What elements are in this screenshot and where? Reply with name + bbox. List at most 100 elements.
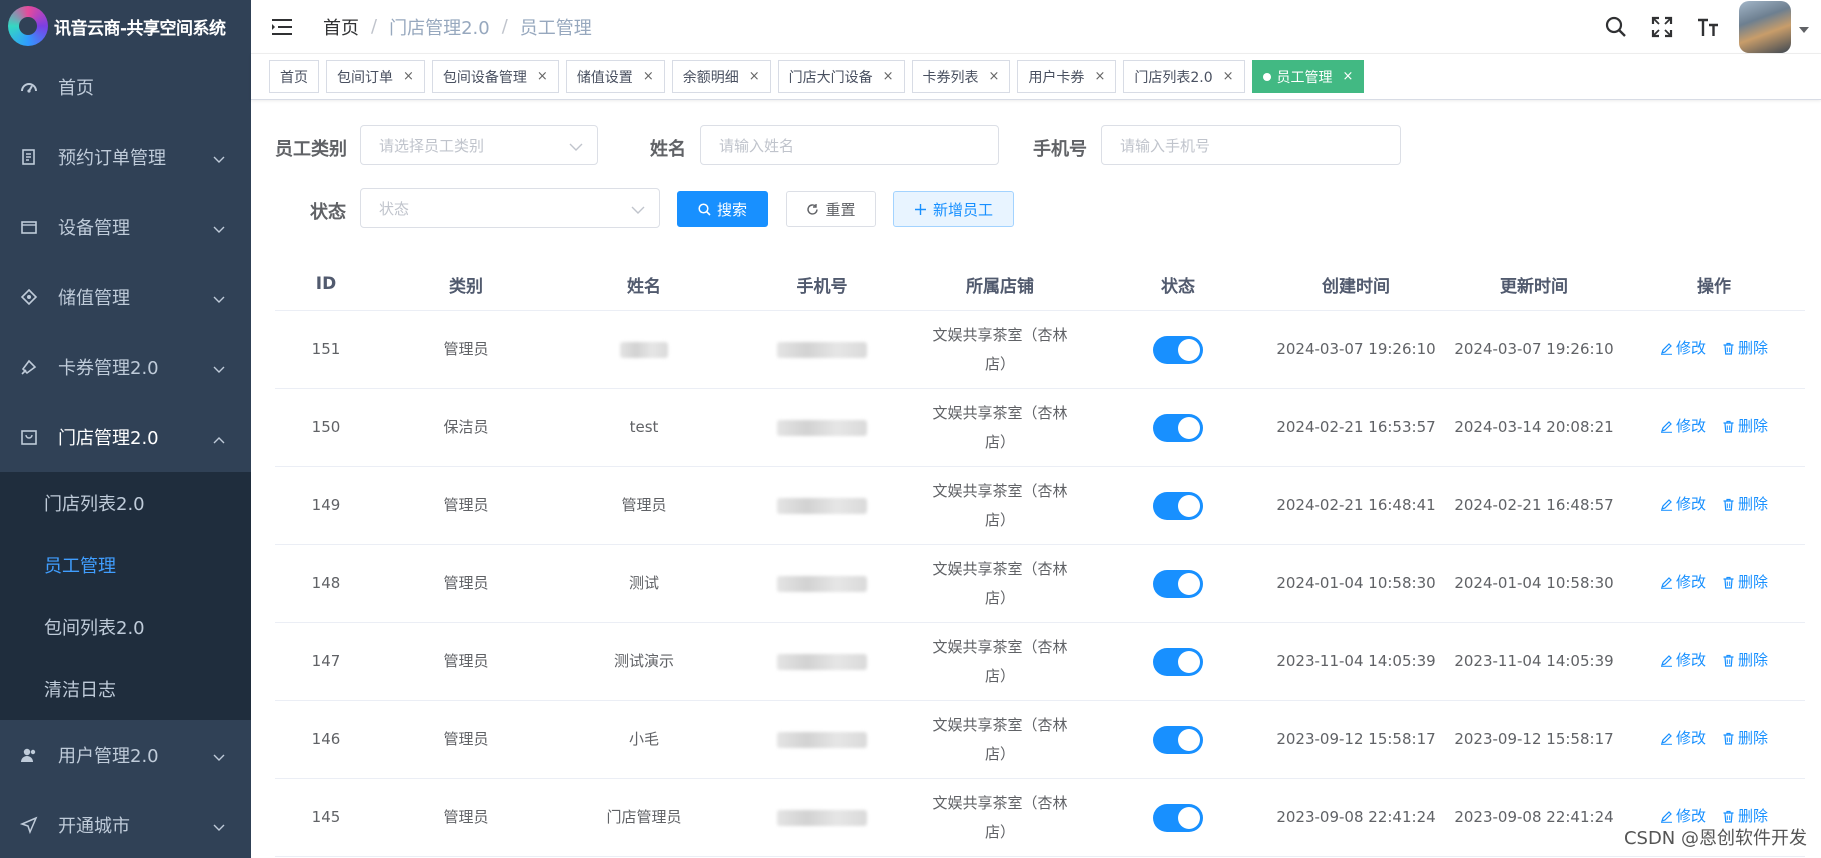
cell-phone bbox=[733, 335, 911, 364]
cell-store: 文娱共享茶室（杏林店） bbox=[911, 399, 1089, 457]
sidebar-subitem-store-list[interactable]: 门店列表2.0 bbox=[0, 472, 251, 534]
edit-button[interactable]: 修改 bbox=[1660, 724, 1706, 753]
cell-id: 150 bbox=[311, 418, 341, 436]
cell-name: 管理员 bbox=[621, 496, 667, 514]
close-icon[interactable]: × bbox=[1223, 69, 1234, 84]
close-icon[interactable]: × bbox=[403, 69, 414, 84]
close-icon[interactable]: × bbox=[749, 69, 760, 84]
close-icon[interactable]: × bbox=[537, 69, 548, 84]
cell-store: 文娱共享茶室（杏林店） bbox=[911, 789, 1089, 847]
breadcrumb-home[interactable]: 首页 bbox=[323, 14, 359, 40]
table-row: 148 管理员 测试 文娱共享茶室（杏林店） 2024-01-04 10:58:30 20… bbox=[275, 545, 1805, 623]
sidebar: 讯音云商-共享空间系统 首页 预约订单管理 设备管理 储值管理 卡券管理2.0 bbox=[0, 0, 251, 858]
tag-6[interactable]: 卡券列表 × bbox=[911, 60, 1011, 93]
tag-9[interactable]: 员工管理 × bbox=[1251, 60, 1365, 93]
delete-button[interactable]: 删除 bbox=[1722, 334, 1768, 363]
delete-button[interactable]: 删除 bbox=[1722, 724, 1768, 753]
avatar[interactable] bbox=[1739, 1, 1791, 53]
status-select[interactable]: 状态 bbox=[360, 188, 660, 228]
edit-icon bbox=[1660, 343, 1672, 355]
cell-store: 文娱共享茶室（杏林店） bbox=[911, 711, 1089, 769]
close-icon[interactable]: × bbox=[1094, 69, 1105, 84]
sidebar-item-cities[interactable]: 开通城市 bbox=[0, 790, 251, 858]
store-name: 文娱共享茶室（杏林店） bbox=[932, 325, 1068, 373]
sidebar-subitem-room-list[interactable]: 包间列表2.0 bbox=[0, 596, 251, 658]
caret-down-icon[interactable] bbox=[1799, 18, 1809, 37]
cell-status bbox=[1089, 491, 1267, 520]
store-submenu: 门店列表2.0 员工管理 包间列表2.0 清洁日志 bbox=[0, 472, 251, 720]
close-icon[interactable]: × bbox=[643, 69, 654, 84]
edit-label: 修改 bbox=[1675, 417, 1706, 435]
cell-created: 2024-01-04 10:58:30 bbox=[1276, 574, 1436, 592]
status-toggle[interactable] bbox=[1153, 725, 1203, 754]
cell-id: 146 bbox=[311, 730, 341, 748]
sidebar-item-label: 门店管理2.0 bbox=[58, 428, 159, 449]
redacted-phone bbox=[777, 653, 867, 670]
name-input[interactable]: 请输入姓名 bbox=[700, 125, 999, 165]
edit-button[interactable]: 修改 bbox=[1660, 490, 1706, 519]
phone-label: 手机号 bbox=[1033, 139, 1087, 160]
delete-button[interactable]: 删除 bbox=[1722, 490, 1768, 519]
close-icon[interactable]: × bbox=[989, 69, 1000, 84]
table-row: 147 管理员 测试演示 文娱共享茶室（杏林店） 2023-11-04 14:05:39… bbox=[275, 623, 1805, 701]
delete-button[interactable]: 删除 bbox=[1722, 412, 1768, 441]
sidebar-item-devices[interactable]: 设备管理 bbox=[0, 192, 251, 262]
app-logo[interactable]: 讯音云商-共享空间系统 bbox=[0, 0, 251, 52]
sidebar-item-coupons[interactable]: 卡券管理2.0 bbox=[0, 332, 251, 402]
sidebar-item-stored-value[interactable]: 储值管理 bbox=[0, 262, 251, 332]
sidebar-item-orders[interactable]: 预约订单管理 bbox=[0, 122, 251, 192]
delete-button[interactable]: 删除 bbox=[1722, 568, 1768, 597]
tag-4[interactable]: 余额明细 × bbox=[671, 60, 771, 93]
status-toggle[interactable] bbox=[1153, 647, 1203, 676]
phone-input[interactable]: 请输入手机号 bbox=[1101, 125, 1401, 165]
reset-button[interactable]: 重置 bbox=[786, 191, 876, 227]
status-toggle[interactable] bbox=[1153, 491, 1203, 520]
tag-8[interactable]: 门店列表2.0 × bbox=[1123, 60, 1245, 93]
cell-id: 145 bbox=[311, 808, 341, 826]
sidebar-subitem-staff[interactable]: 员工管理 bbox=[0, 534, 251, 596]
status-toggle[interactable] bbox=[1153, 413, 1203, 442]
cell-type: 管理员 bbox=[443, 574, 489, 592]
font-size-icon[interactable] bbox=[1693, 12, 1723, 42]
search-icon[interactable] bbox=[1601, 12, 1631, 42]
chevron-down-icon bbox=[631, 201, 645, 219]
sidebar-subitem-cleaning-log[interactable]: 清洁日志 bbox=[0, 658, 251, 720]
cell-actions: 修改 删除 bbox=[1623, 412, 1805, 443]
close-icon[interactable]: × bbox=[883, 69, 894, 84]
tag-3[interactable]: 储值设置 × bbox=[565, 60, 665, 93]
edit-button[interactable]: 修改 bbox=[1660, 646, 1706, 675]
delete-button[interactable]: 删除 bbox=[1722, 646, 1768, 675]
breadcrumb-store-management[interactable]: 门店管理2.0 bbox=[389, 14, 490, 40]
sidebar-item-users[interactable]: 用户管理2.0 bbox=[0, 720, 251, 790]
tag-1[interactable]: 包间订单 × bbox=[326, 60, 425, 93]
navbar-tools bbox=[1601, 0, 1821, 54]
tag-5[interactable]: 门店大门设备 × bbox=[777, 60, 905, 93]
staff-type-select[interactable]: 请选择员工类别 bbox=[360, 125, 598, 165]
tag-2[interactable]: 包间设备管理 × bbox=[431, 60, 559, 93]
sidebar-item-label: 卡券管理2.0 bbox=[58, 358, 159, 379]
cell-phone bbox=[733, 803, 911, 832]
sidebar-item-label: 首页 bbox=[58, 78, 94, 99]
status-toggle[interactable] bbox=[1153, 803, 1203, 832]
sidebar-item-home[interactable]: 首页 bbox=[0, 52, 251, 122]
redacted-phone bbox=[777, 341, 867, 358]
edit-button[interactable]: 修改 bbox=[1660, 334, 1706, 363]
status-toggle[interactable] bbox=[1153, 569, 1203, 598]
edit-button[interactable]: 修改 bbox=[1660, 412, 1706, 441]
close-icon[interactable]: × bbox=[1343, 69, 1354, 84]
sidebar-item-label: 预约订单管理 bbox=[58, 148, 166, 169]
fullscreen-icon[interactable] bbox=[1647, 12, 1677, 42]
tag-7[interactable]: 用户卡券 × bbox=[1017, 60, 1117, 93]
cell-id: 151 bbox=[311, 340, 341, 358]
add-staff-button[interactable]: 新增员工 bbox=[893, 191, 1014, 227]
tag-0[interactable]: 首页 bbox=[269, 60, 319, 93]
hamburger-icon[interactable] bbox=[271, 15, 295, 39]
order-icon bbox=[20, 148, 38, 166]
edit-button[interactable]: 修改 bbox=[1660, 568, 1706, 597]
cell-actions: 修改 删除 bbox=[1623, 646, 1805, 677]
cell-updated: 2024-02-21 16:48:57 bbox=[1454, 496, 1614, 514]
status-toggle[interactable] bbox=[1153, 335, 1203, 364]
search-button[interactable]: 搜索 bbox=[677, 191, 768, 227]
sidebar-item-store-management[interactable]: 门店管理2.0 bbox=[0, 402, 251, 472]
refresh-icon bbox=[806, 203, 819, 216]
